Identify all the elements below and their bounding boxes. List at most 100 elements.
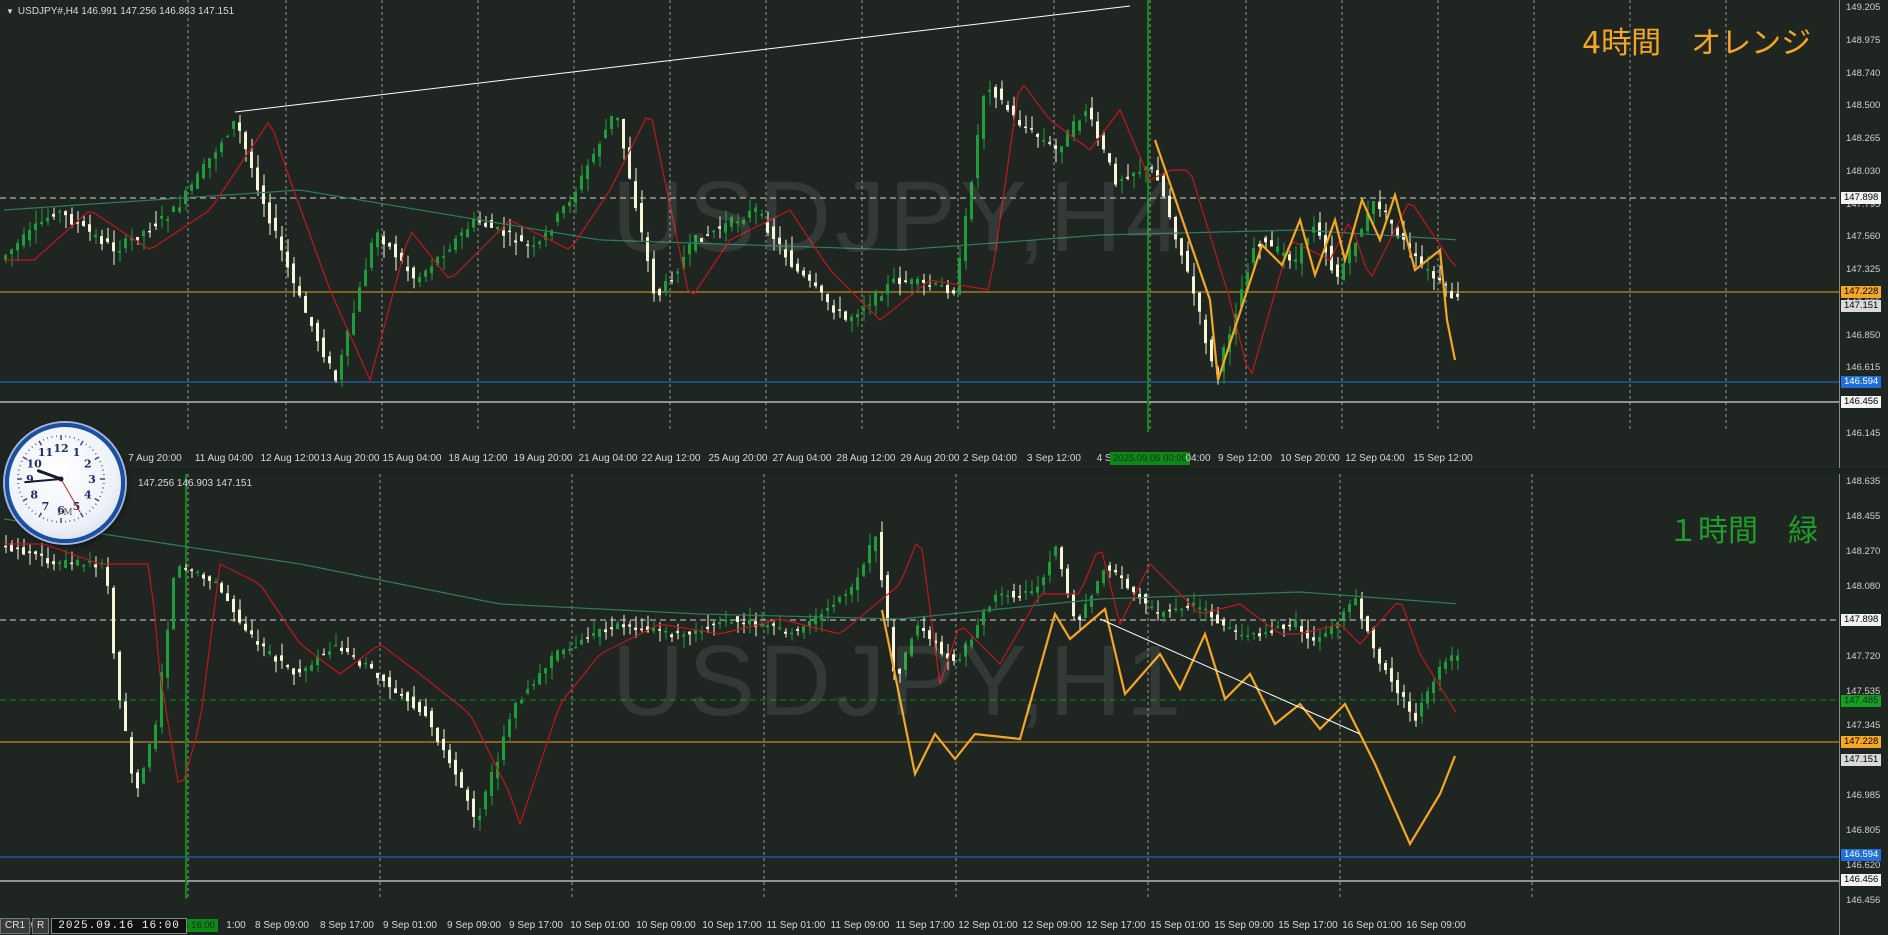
candle-body — [1150, 606, 1153, 609]
price-axis[interactable]: 148.635 148.455 148.270 148.080 147.898 147.7… — [1839, 474, 1888, 935]
chart-pane-h4[interactable]: USDJPY,H4 ▼ USDJPY#,H4 146.991 147.256 14… — [0, 0, 1888, 468]
clock-tick — [100, 465, 103, 467]
candle-body — [142, 230, 145, 237]
candle-body — [148, 744, 151, 768]
time-tick-label: 11 Sep 09:00 — [830, 920, 890, 931]
candle-body — [466, 789, 469, 801]
candle-body — [22, 547, 25, 555]
candle-body — [1324, 633, 1327, 637]
candle-body — [1084, 111, 1087, 116]
candle-body — [1102, 135, 1105, 150]
time-tick-label: 15 Sep 01:00 — [1150, 920, 1210, 931]
candle-body — [154, 223, 157, 227]
zigzag-line — [1153, 139, 1457, 381]
clock-tick — [73, 518, 75, 521]
cr1-button[interactable]: CR1 — [0, 918, 31, 934]
clock-tick — [91, 449, 94, 452]
time-tick-label: 10 Sep 17:00 — [702, 920, 762, 931]
analog-clock-widget[interactable]: 121234567891011 PM — [5, 423, 125, 543]
price-level-tag: 147.228 — [1841, 286, 1882, 298]
candle-body — [1096, 121, 1099, 139]
candle-body — [1192, 276, 1195, 294]
candle-body — [520, 699, 523, 704]
price-level-tag: 146.456 — [1841, 874, 1882, 886]
clock-tick — [88, 446, 91, 449]
price-tick-label: 146.456 — [1846, 895, 1881, 906]
candle-body — [1270, 240, 1273, 247]
candle-body — [922, 279, 925, 283]
candle-body — [322, 337, 325, 358]
candle-body — [430, 710, 433, 728]
candle-body — [592, 632, 595, 636]
candle-body — [94, 234, 97, 238]
candle-body — [568, 648, 571, 651]
price-level-tag: 146.594 — [1841, 849, 1882, 861]
candle-body — [508, 230, 511, 233]
candle-body — [1222, 619, 1225, 626]
candle-body — [1120, 575, 1123, 579]
clock-tick — [42, 517, 45, 520]
candle-body — [1396, 679, 1399, 694]
time-tick-label: 15 Sep 12:00 — [1413, 453, 1473, 464]
candle-body — [316, 322, 319, 342]
candle-body — [1450, 655, 1453, 661]
candle-body — [1162, 612, 1165, 617]
candle-body — [496, 226, 499, 230]
candle-body — [220, 142, 223, 153]
candle-body — [76, 560, 79, 566]
candle-body — [1174, 608, 1177, 611]
candle-body — [904, 280, 907, 283]
clock-number: 1 — [73, 446, 81, 459]
candle-body — [1000, 88, 1003, 100]
clock-tick — [91, 506, 94, 509]
candle-body — [1180, 608, 1183, 611]
candle-body — [484, 222, 487, 227]
candle-body — [532, 245, 535, 247]
clock-tick — [31, 509, 34, 512]
candle-body — [1336, 264, 1339, 277]
time-tick-label: 22 Aug 12:00 — [641, 453, 701, 464]
candle-body — [658, 288, 661, 296]
candle-body — [238, 122, 241, 131]
collapse-triangle-icon[interactable]: ▼ — [6, 7, 14, 16]
candle-body — [250, 151, 253, 168]
time-tick-label: 29 Aug 20:00 — [900, 453, 960, 464]
chart-pane-h1[interactable]: USDJPY,H1 147.256 146.903 147.151 １時間 緑 … — [0, 474, 1888, 935]
candle-body — [340, 647, 343, 651]
candle-body — [424, 270, 427, 277]
price-level-tag: 147.151 — [1841, 300, 1882, 312]
candle-body — [934, 282, 937, 285]
candle-body — [940, 285, 943, 287]
candle-body — [370, 663, 373, 669]
candle-body — [1078, 120, 1081, 131]
candle-body — [352, 313, 355, 335]
candle-body — [142, 768, 145, 784]
candle-body — [1252, 247, 1255, 264]
candle-body — [244, 132, 247, 150]
candle-body — [874, 536, 877, 552]
candle-body — [412, 267, 415, 279]
time-axis[interactable]: 7 Aug 20:00 11 Aug 04:00 12 Aug 12:00 13 Au… — [0, 450, 1840, 468]
candle-body — [94, 564, 97, 568]
candle-body — [406, 266, 409, 272]
candle-body — [58, 562, 61, 564]
candle-body — [376, 232, 379, 248]
time-tick-label: 7 Aug 20:00 — [128, 453, 182, 464]
price-axis[interactable]: 149.205 148.975 148.740 148.500 148.265 148.0… — [1839, 0, 1888, 468]
clock-tick — [79, 512, 84, 518]
candle-body — [1384, 210, 1387, 213]
candle-body — [1204, 608, 1207, 611]
candle-body — [736, 616, 739, 622]
r-button[interactable]: R — [32, 918, 50, 934]
time-tick-label: 11 Sep 17:00 — [895, 920, 955, 931]
time-axis[interactable]: 4 Sep 20255 Sep 09:005 Se2025.09.05 16:0… — [0, 917, 1840, 935]
candle-body — [502, 230, 505, 236]
candle-body — [1354, 243, 1357, 257]
candle-body — [310, 665, 313, 671]
candle-body — [130, 737, 133, 774]
candle-body — [148, 230, 151, 233]
candle-body — [982, 95, 985, 139]
candle-body — [1012, 105, 1015, 116]
candle-body — [1006, 595, 1009, 597]
clock-tick — [47, 437, 49, 440]
